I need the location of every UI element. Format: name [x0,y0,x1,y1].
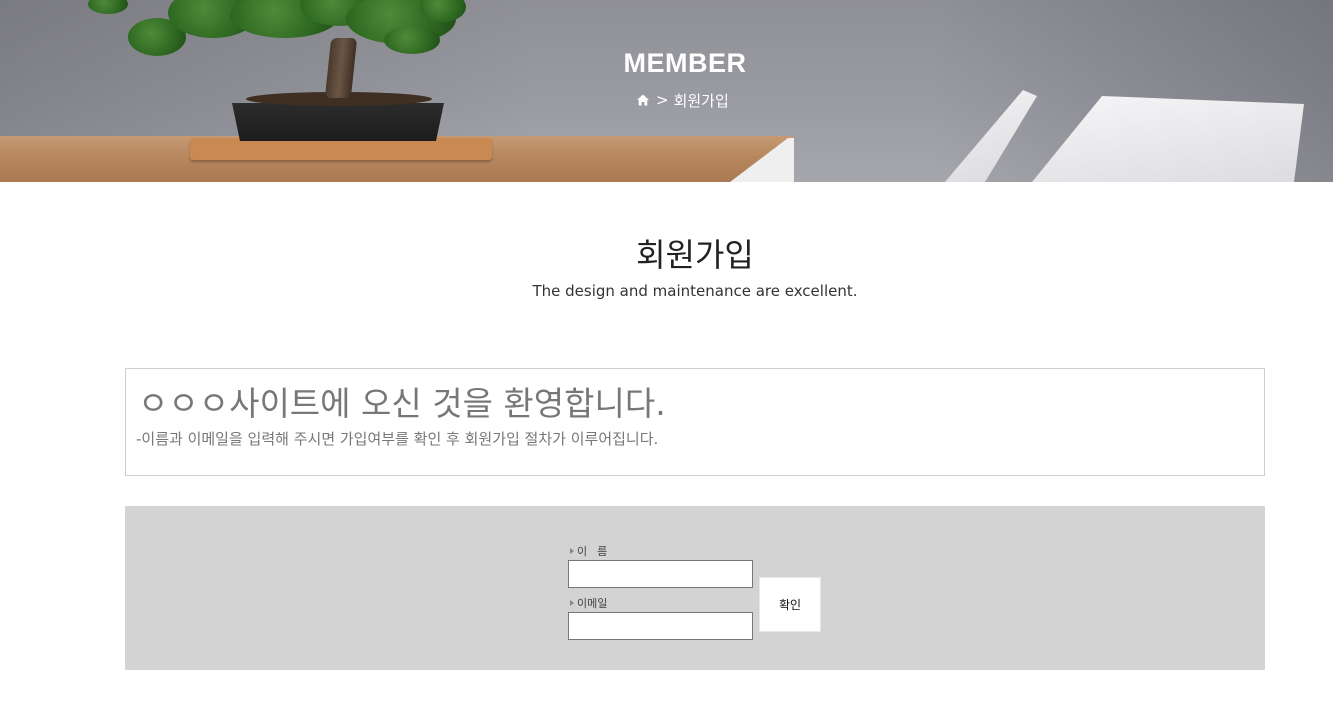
hero-bonsai-pot-image [232,103,444,141]
welcome-title: ㅇㅇㅇ사이트에 오신 것을 환영합니다. [138,384,666,423]
breadcrumb: > 회원가입 [636,90,729,110]
signup-form: 이름 이메일 확인 [125,506,1265,670]
home-icon[interactable] [636,93,650,107]
section-subtitle: The design and maintenance are excellent… [532,282,858,300]
name-label: 이름 [570,543,617,559]
breadcrumb-current: 회원가입 [673,91,729,110]
email-label: 이메일 [570,595,607,611]
hero-tray-image [190,138,492,160]
breadcrumb-separator: > [656,91,669,109]
email-label-text: 이메일 [577,597,608,610]
hero-banner: MEMBER > 회원가입 [0,0,1333,182]
name-input[interactable] [568,560,753,588]
welcome-description: -이름과 이메일을 입력해 주시면 가입여부를 확인 후 회원가입 절차가 이루… [136,430,659,448]
section-title: 회원가입 [636,236,754,274]
welcome-box: ㅇㅇㅇ사이트에 오신 것을 환영합니다. -이름과 이메일을 입력해 주시면 가… [125,368,1265,476]
email-input[interactable] [568,612,753,640]
bullet-triangle-icon [570,600,574,606]
confirm-button[interactable]: 확인 [759,577,821,632]
bullet-triangle-icon [570,548,574,554]
page-title: MEMBER [623,48,747,78]
name-label-text: 이름 [577,545,618,558]
